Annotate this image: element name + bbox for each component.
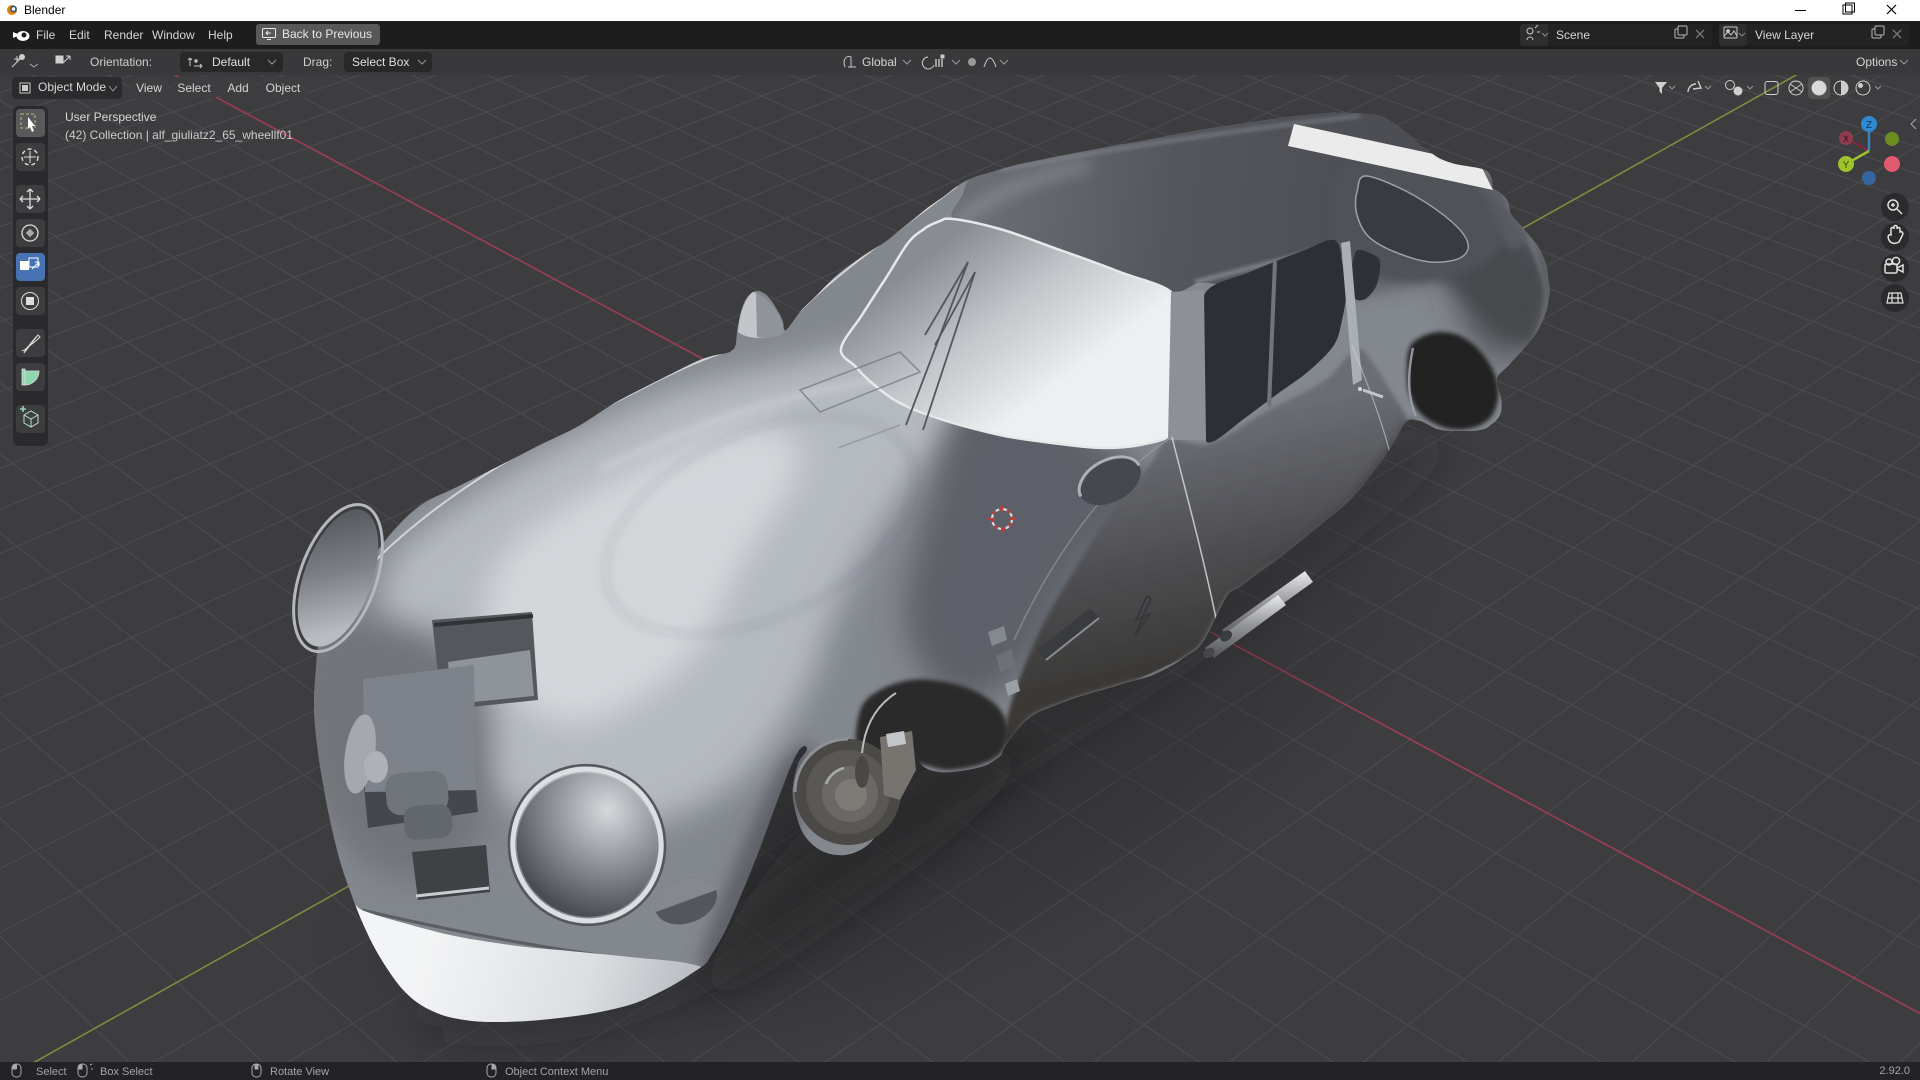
svg-text:(42) Collection | alf_giuliatz: (42) Collection | alf_giuliatz2_65_wheel… [65,128,293,142]
svg-text:Global: Global [862,55,897,69]
svg-text:Scene: Scene [1556,28,1590,42]
svg-text:Rotate View: Rotate View [270,1066,329,1078]
svg-text:Options: Options [1856,55,1897,69]
svg-text:Orientation:: Orientation: [90,55,152,69]
svg-text:View Layer: View Layer [1755,28,1814,42]
svg-text:Object Context Menu: Object Context Menu [505,1066,608,1078]
svg-text:User Perspective: User Perspective [65,110,157,124]
svg-text:Select Box: Select Box [352,55,409,69]
svg-text:Drag:: Drag: [303,55,332,69]
svg-text:Y: Y [1843,160,1850,171]
svg-text:Z: Z [1866,120,1872,131]
svg-text:Select: Select [36,1066,67,1078]
svg-text:Box Select: Box Select [100,1066,153,1078]
svg-text:X: X [1843,134,1849,144]
svg-text:Default: Default [212,55,251,69]
